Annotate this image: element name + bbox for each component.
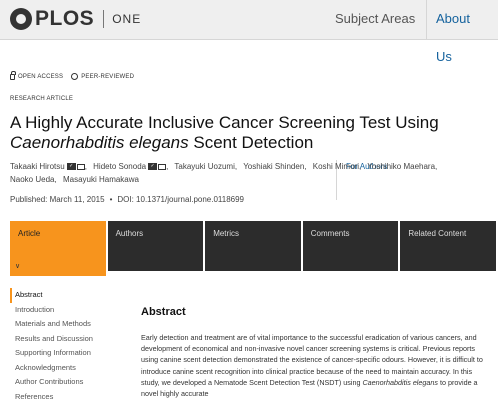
tab-label: Comments — [310, 229, 350, 238]
abstract-italic: Caenorhabditis elegans — [362, 377, 438, 387]
author-name[interactable]: Yoshiaki Shinden, — [243, 162, 306, 171]
author-name[interactable]: Naoko Ueda, — [10, 175, 57, 184]
publication-info: Published: March 11, 2015 • DOI: 10.1371/j… — [10, 195, 244, 204]
sidenav-results-discussion[interactable]: Results and Discussion — [10, 332, 120, 347]
title-italic: Caenorhabditis elegans — [10, 133, 189, 152]
author-name[interactable]: Koshi Mimori, — [313, 162, 361, 171]
logo-text: PLOS — [35, 7, 95, 30]
access-flags: OPEN ACCESS PEER-REVIEWED — [10, 70, 142, 80]
author-list: Takaaki Hirotsu ✓, Hideto Sonoda ✓, Takayu… — [10, 160, 490, 186]
tab-label: Article — [18, 229, 41, 238]
section-nav: Abstract Introduction Materials and Meth… — [10, 288, 120, 402]
tab-related-content[interactable]: Related Content — [400, 221, 496, 271]
article-tabs: Article ∨ Authors Metrics Comments Relat… — [10, 221, 498, 276]
main-nav: Subject Areas For Authors About Us — [326, 0, 498, 200]
author-name[interactable]: Masayuki Hamakawa — [63, 175, 139, 184]
orcid-icon: ✓ — [66, 163, 76, 171]
published-date: Published: March 11, 2015 — [10, 195, 105, 204]
tab-label: Authors — [115, 229, 144, 238]
peer-reviewed-label: PEER-REVIEWED — [81, 73, 135, 80]
peer-reviewed-flag[interactable]: PEER-REVIEWED — [71, 73, 134, 80]
chevron-down-icon: ∨ — [15, 263, 21, 270]
tab-authors[interactable]: Authors — [107, 221, 204, 271]
title-rest: Scent Detection — [193, 133, 314, 152]
logo-subtext: ONE — [112, 12, 142, 26]
orcid-icon: ✓ — [148, 163, 158, 171]
tab-label: Metrics — [213, 229, 239, 238]
open-access-flag[interactable]: OPEN ACCESS — [10, 70, 64, 80]
tab-article[interactable]: Article ∨ — [10, 221, 106, 276]
open-access-label: OPEN ACCESS — [18, 73, 64, 80]
sidenav-author-contributions[interactable]: Author Contributions — [10, 375, 120, 390]
plos-one-logo[interactable]: PLOS ONE — [10, 8, 141, 30]
email-icon — [76, 163, 85, 170]
sidenav-materials-methods[interactable]: Materials and Methods — [10, 317, 120, 332]
tab-label: Related Content — [408, 229, 467, 238]
open-lock-icon — [10, 70, 16, 80]
author-name[interactable]: Takaaki Hirotsu ✓, — [10, 162, 87, 171]
nav-about-us[interactable]: About Us — [426, 0, 498, 64]
author-name[interactable]: Yoshihiko Maehara, — [367, 162, 437, 171]
plos-logo-icon — [10, 8, 32, 30]
sidenav-references[interactable]: References — [10, 390, 120, 402]
sidenav-abstract[interactable]: Abstract — [10, 288, 120, 303]
abstract-heading: Abstract — [141, 306, 186, 318]
peer-reviewed-icon — [71, 73, 79, 80]
author-name[interactable]: Takayuki Uozumi, — [174, 162, 237, 171]
site-header: PLOS ONE Subject Areas For Authors About… — [0, 0, 498, 200]
article-title: A Highly Accurate Inclusive Cancer Scree… — [10, 113, 490, 153]
separator-dot: • — [109, 195, 113, 204]
sidenav-acknowledgments[interactable]: Acknowledgments — [10, 361, 120, 376]
tab-comments[interactable]: Comments — [302, 221, 399, 271]
tab-metrics[interactable]: Metrics — [205, 221, 301, 271]
title-line1: A Highly Accurate Inclusive Cancer Scree… — [10, 113, 439, 132]
abstract-text: Early detection and treatment are of vit… — [141, 332, 490, 399]
logo-divider — [103, 10, 105, 28]
article-type: RESEARCH ARTICLE — [10, 96, 74, 102]
sidenav-introduction[interactable]: Introduction — [10, 303, 120, 318]
nav-subject-areas[interactable]: Subject Areas — [326, 0, 426, 40]
sidenav-supporting-information[interactable]: Supporting Information — [10, 346, 120, 361]
doi[interactable]: DOI: 10.1371/journal.pone.0118699 — [117, 195, 244, 204]
author-name[interactable]: Hideto Sonoda ✓, — [93, 162, 168, 171]
email-icon — [158, 163, 167, 170]
